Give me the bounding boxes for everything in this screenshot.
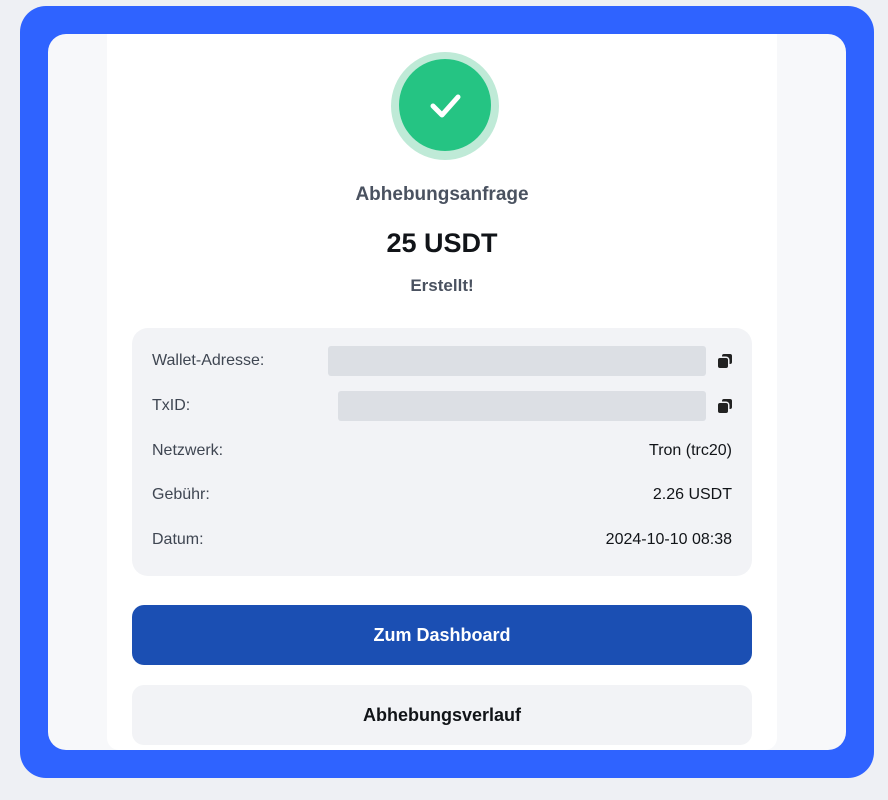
copy-icon-front — [718, 403, 728, 413]
detail-row-fee: Gebühr: 2.26 USDT — [152, 480, 732, 510]
withdrawal-amount: 25 USDT — [386, 228, 498, 258]
wallet-address-value — [328, 346, 732, 376]
details-panel: Wallet-Adresse: TxID: Netzwerk: Tron (tr… — [132, 328, 752, 576]
check-icon — [430, 94, 461, 118]
network-label: Netzwerk: — [152, 442, 224, 459]
detail-row-date: Datum: 2024-10-10 08:38 — [152, 525, 732, 555]
network-value: Tron (trc20) — [649, 442, 732, 459]
request-status: Erstellt! — [410, 276, 474, 295]
success-badge-core — [399, 59, 491, 151]
withdrawal-result-card: Abhebungsanfrage 25 USDT Erstellt! Walle… — [107, 34, 777, 750]
success-badge — [391, 52, 499, 160]
txid-value — [338, 391, 732, 421]
copy-icon-front — [718, 358, 728, 368]
modal-frame: Abhebungsanfrage 25 USDT Erstellt! Walle… — [20, 6, 874, 778]
copy-icon[interactable] — [718, 354, 732, 368]
date-value: 2024-10-10 08:38 — [605, 531, 732, 548]
detail-row-network: Netzwerk: Tron (trc20) — [152, 436, 732, 466]
txid-redacted — [338, 391, 706, 421]
wallet-address-label: Wallet-Adresse: — [152, 352, 265, 369]
wallet-address-redacted — [328, 346, 706, 376]
txid-label: TxID: — [152, 397, 191, 414]
fee-label: Gebühr: — [152, 486, 210, 503]
withdrawal-history-button[interactable]: Abhebungsverlauf — [132, 685, 752, 745]
detail-row-txid: TxID: — [152, 391, 732, 421]
copy-icon[interactable] — [718, 399, 732, 413]
detail-row-wallet: Wallet-Adresse: — [152, 346, 732, 376]
fee-value: 2.26 USDT — [652, 486, 732, 503]
request-title: Abhebungsanfrage — [355, 184, 529, 205]
modal-panel: Abhebungsanfrage 25 USDT Erstellt! Walle… — [48, 34, 846, 750]
dashboard-button[interactable]: Zum Dashboard — [132, 605, 752, 665]
date-label: Datum: — [152, 531, 204, 548]
